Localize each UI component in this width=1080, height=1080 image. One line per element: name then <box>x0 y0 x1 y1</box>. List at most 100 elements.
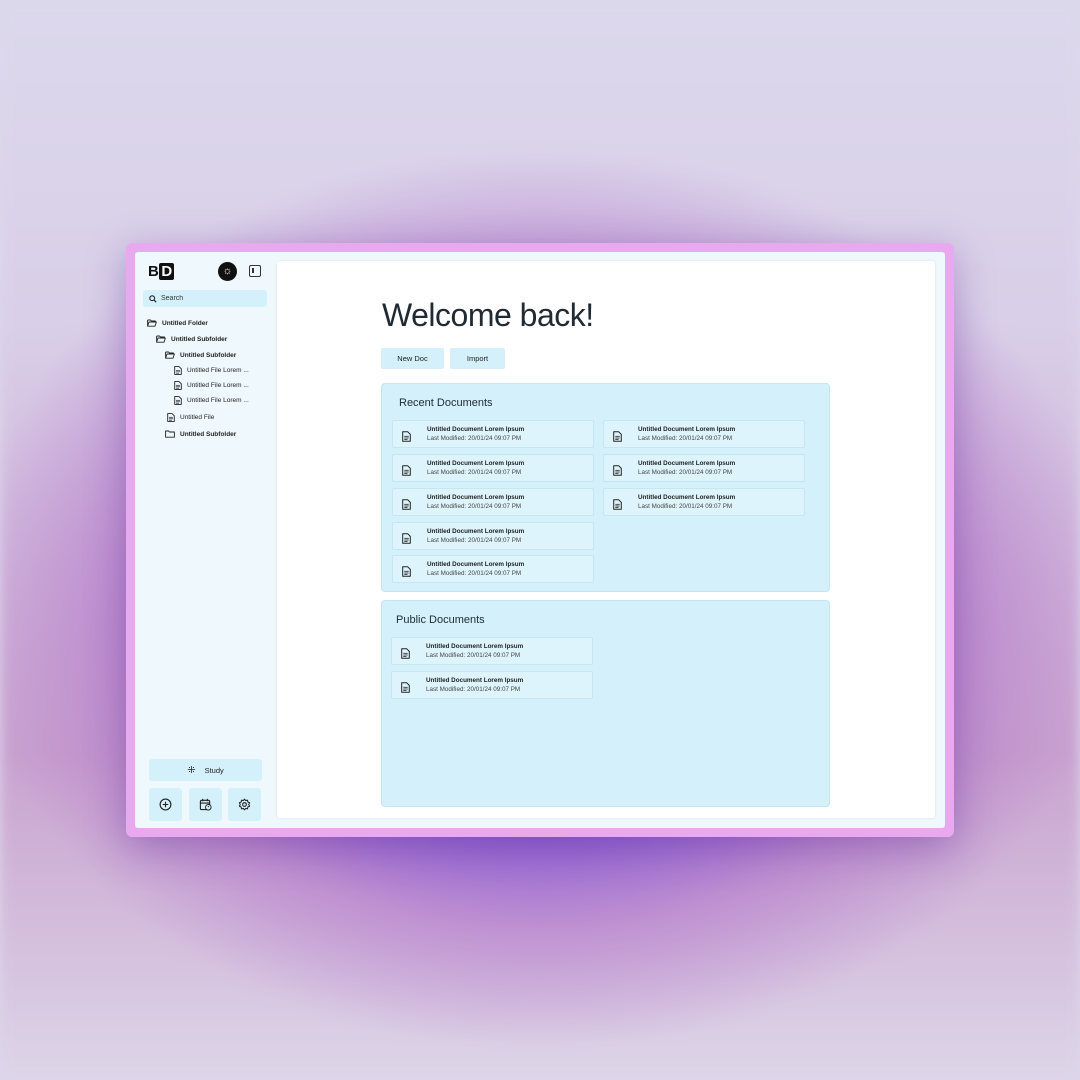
tree-item-label: Untitled Subfolder <box>180 430 237 438</box>
document-modified: Last Modified: 20/01/24 09:07 PM <box>427 435 522 442</box>
document-icon <box>613 429 622 442</box>
document-card[interactable]: Untitled Document Lorem Ipsum Last Modifi… <box>603 454 805 482</box>
welcome-heading: Welcome back! <box>382 297 594 333</box>
document-modified: Last Modified: 20/01/24 09:07 PM <box>426 686 521 693</box>
document-text: Untitled Document Lorem Ipsum Last Modifi… <box>638 460 735 476</box>
search-bar[interactable] <box>143 290 267 307</box>
document-icon <box>402 531 411 544</box>
document-card[interactable]: Untitled Document Lorem Ipsum Last Modifi… <box>392 488 594 516</box>
document-card[interactable]: Untitled Document Lorem Ipsum Last Modifi… <box>392 420 594 448</box>
tree-file-item[interactable]: Untitled File Lorem ... <box>174 364 249 376</box>
recent-documents-panel: Recent Documents Untitled Document Lorem… <box>381 383 830 592</box>
search-icon <box>149 294 157 303</box>
calendar-clock-icon <box>199 798 212 811</box>
document-text: Untitled Document Lorem Ipsum Last Modifi… <box>427 528 524 544</box>
folder-open-icon <box>156 335 166 343</box>
document-icon <box>613 463 622 476</box>
document-modified: Last Modified: 20/01/24 09:07 PM <box>427 537 522 544</box>
add-button[interactable] <box>149 788 182 821</box>
document-card[interactable]: Untitled Document Lorem Ipsum Last Modifi… <box>603 488 805 516</box>
tree-item-label: Untitled Folder <box>162 319 208 327</box>
tree-file-item[interactable]: Untitled File <box>167 411 214 423</box>
study-button[interactable]: ⁜ Study <box>149 759 262 781</box>
public-documents-title: Public Documents <box>396 614 485 626</box>
file-icon <box>167 412 175 422</box>
folder-icon <box>165 430 175 438</box>
document-text: Untitled Document Lorem Ipsum Last Modifi… <box>638 426 735 442</box>
tree-item-label: Untitled File Lorem ... <box>187 396 249 404</box>
document-card[interactable]: Untitled Document Lorem Ipsum Last Modifi… <box>391 637 593 665</box>
tree-item-label: Untitled Subfolder <box>180 351 237 359</box>
logo-letter-b: B <box>148 263 159 280</box>
new-doc-button[interactable]: New Doc <box>381 348 444 369</box>
plus-circle-icon <box>159 798 172 811</box>
gear-icon <box>238 798 251 811</box>
tree-item-label: Untitled File Lorem ... <box>187 381 249 389</box>
file-icon <box>174 395 182 405</box>
settings-button[interactable] <box>228 788 261 821</box>
tree-file-item[interactable]: Untitled File Lorem ... <box>174 394 249 406</box>
logo: BD <box>148 263 174 280</box>
tree-item-label: Untitled Subfolder <box>171 335 228 343</box>
document-icon <box>401 680 410 693</box>
theme-toggle-button[interactable]: ☼ <box>218 262 237 281</box>
document-text: Untitled Document Lorem Ipsum Last Modifi… <box>427 426 524 442</box>
file-icon <box>174 380 182 390</box>
app-window: BD ☼ Untitled Folder Untitled Subfolder Un… <box>126 243 954 837</box>
tree-folder-item[interactable]: Untitled Folder <box>147 317 208 329</box>
document-title: Untitled Document Lorem Ipsum <box>427 426 525 433</box>
document-title: Untitled Document Lorem Ipsum <box>638 494 736 501</box>
document-modified: Last Modified: 20/01/24 09:07 PM <box>638 435 733 442</box>
document-title: Untitled Document Lorem Ipsum <box>427 528 525 535</box>
document-icon <box>402 463 411 476</box>
document-modified: Last Modified: 20/01/24 09:07 PM <box>427 469 522 476</box>
folder-open-icon <box>165 351 175 359</box>
document-icon <box>401 646 410 659</box>
study-label: Study <box>204 765 224 775</box>
document-modified: Last Modified: 20/01/24 09:07 PM <box>427 503 522 510</box>
document-icon <box>613 497 622 510</box>
tree-folder-item[interactable]: Untitled Subfolder <box>156 333 227 345</box>
tree-folder-item[interactable]: Untitled Subfolder <box>165 349 236 361</box>
document-title: Untitled Document Lorem Ipsum <box>638 426 736 433</box>
import-button[interactable]: Import <box>450 348 505 369</box>
document-title: Untitled Document Lorem Ipsum <box>426 643 524 650</box>
document-text: Untitled Document Lorem Ipsum Last Modifi… <box>427 460 524 476</box>
sidebar: BD ☼ Untitled Folder Untitled Subfolder Un… <box>135 252 275 828</box>
document-modified: Last Modified: 20/01/24 09:07 PM <box>427 570 522 577</box>
folder-open-icon <box>147 319 157 327</box>
document-text: Untitled Document Lorem Ipsum Last Modifi… <box>426 643 523 659</box>
document-text: Untitled Document Lorem Ipsum Last Modifi… <box>427 561 524 577</box>
schedule-button[interactable] <box>189 788 222 821</box>
public-documents-panel: Public Documents Untitled Document Lorem… <box>381 600 830 807</box>
document-card[interactable]: Untitled Document Lorem Ipsum Last Modifi… <box>392 522 594 550</box>
document-icon <box>402 429 411 442</box>
spinner-icon: ⁜ <box>187 764 196 776</box>
document-text: Untitled Document Lorem Ipsum Last Modifi… <box>426 677 523 693</box>
tree-item-label: Untitled File <box>180 413 215 421</box>
tree-file-item[interactable]: Untitled File Lorem ... <box>174 379 249 391</box>
file-icon <box>174 365 182 375</box>
document-icon <box>402 564 411 577</box>
document-title: Untitled Document Lorem Ipsum <box>427 494 525 501</box>
tree-item-label: Untitled File Lorem ... <box>187 366 249 374</box>
recent-documents-title: Recent Documents <box>399 397 493 409</box>
document-text: Untitled Document Lorem Ipsum Last Modifi… <box>427 494 524 510</box>
document-title: Untitled Document Lorem Ipsum <box>427 561 525 568</box>
document-card[interactable]: Untitled Document Lorem Ipsum Last Modifi… <box>392 555 594 583</box>
document-icon <box>402 497 411 510</box>
document-card[interactable]: Untitled Document Lorem Ipsum Last Modifi… <box>603 420 805 448</box>
tree-folder-item[interactable]: Untitled Subfolder <box>165 428 236 440</box>
document-card[interactable]: Untitled Document Lorem Ipsum Last Modifi… <box>391 671 593 699</box>
document-modified: Last Modified: 20/01/24 09:07 PM <box>638 469 733 476</box>
app-inner: BD ☼ Untitled Folder Untitled Subfolder Un… <box>135 252 945 828</box>
document-card[interactable]: Untitled Document Lorem Ipsum Last Modifi… <box>392 454 594 482</box>
document-modified: Last Modified: 20/01/24 09:07 PM <box>638 503 733 510</box>
sidebar-collapse-icon[interactable] <box>249 265 261 277</box>
sun-icon: ☼ <box>222 265 233 277</box>
search-input[interactable] <box>161 295 261 302</box>
main-panel: Welcome back! New Doc Import Recent Docu… <box>277 261 935 818</box>
document-title: Untitled Document Lorem Ipsum <box>427 460 525 467</box>
document-title: Untitled Document Lorem Ipsum <box>426 677 524 684</box>
document-modified: Last Modified: 20/01/24 09:07 PM <box>426 652 521 659</box>
